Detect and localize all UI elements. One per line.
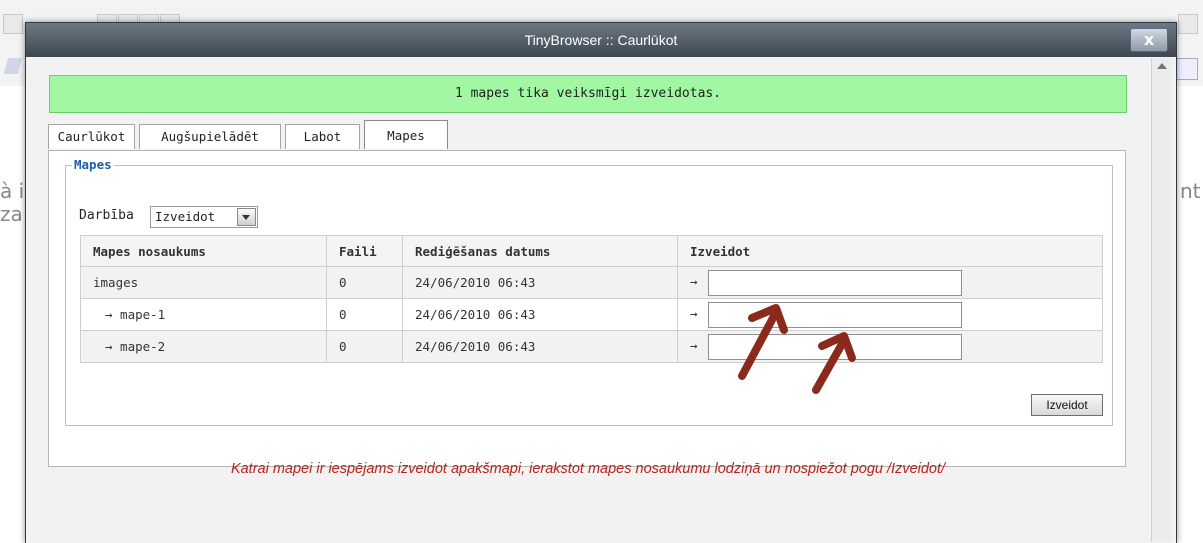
annotation-arrows [738,304,856,394]
annotation-arrow-icon [812,332,856,394]
annotation-arrow-icon [738,304,788,380]
